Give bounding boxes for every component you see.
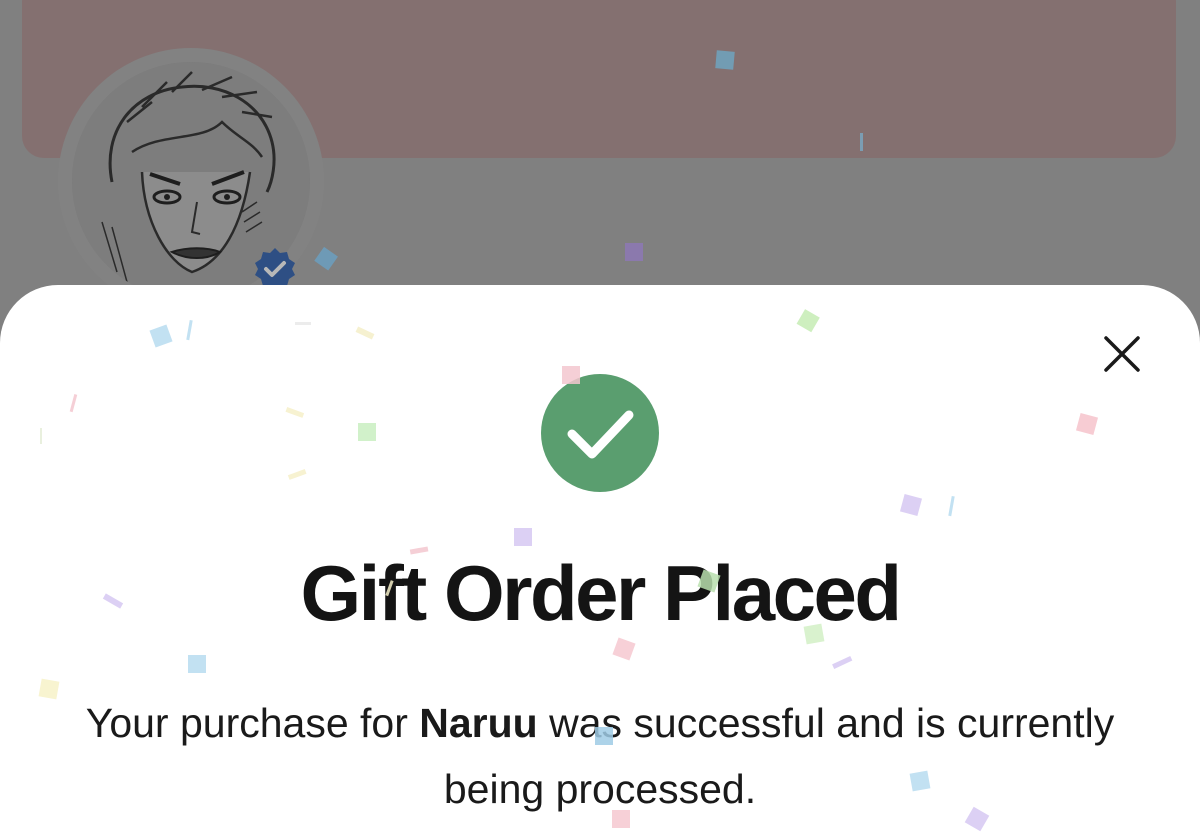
- check-circle-icon: [541, 374, 659, 492]
- screen: Gift Order Placed Your purchase for Naru…: [0, 0, 1200, 833]
- recipient-name: Naruu: [419, 700, 538, 746]
- message-suffix: was successful and is currently being pr…: [443, 700, 1115, 812]
- close-icon: [1104, 336, 1140, 372]
- close-button[interactable]: [1098, 330, 1146, 378]
- message-prefix: Your purchase for: [85, 700, 420, 746]
- modal-message: Your purchase for Naruu was successful a…: [60, 690, 1140, 822]
- modal-title: Gift Order Placed: [300, 549, 902, 637]
